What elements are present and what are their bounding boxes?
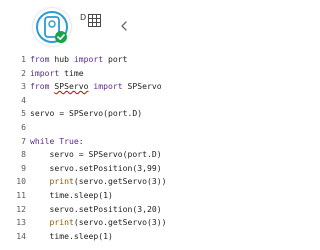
- line-number: 13: [16, 217, 26, 228]
- code-text: servo.setPosition(3,99): [30, 162, 162, 176]
- code-line[interactable]: 5 servo = SPServo(port.D): [0, 107, 250, 121]
- code-text: time.sleep(1): [30, 189, 113, 203]
- line-number: 10: [16, 176, 26, 187]
- code-line[interactable]: 10 print(servo.getServo(3)): [0, 175, 250, 189]
- code-text: import time: [30, 67, 84, 81]
- code-text: servo.setPosition(3,20): [30, 203, 162, 217]
- code-line[interactable]: 1 from hub import port: [0, 53, 250, 67]
- code-token: SPServo: [54, 81, 89, 92]
- code-token: import: [93, 81, 123, 92]
- line-number: 9: [21, 162, 26, 173]
- code-line[interactable]: 12 servo.setPosition(3,20): [0, 203, 250, 217]
- code-token: print: [49, 217, 74, 228]
- code-token: (servo.getServo(3)): [73, 217, 167, 228]
- code-token: servo = SPServo(port.D): [30, 108, 143, 119]
- code-text: servo = SPServo(port.D): [30, 148, 162, 162]
- code-line[interactable]: 9 servo.setPosition(3,99): [0, 162, 250, 176]
- code-text: time.sleep(1): [30, 230, 113, 244]
- code-line[interactable]: 2 import time: [0, 67, 250, 81]
- port-grid-icon[interactable]: [88, 12, 101, 31]
- code-text: while True:: [30, 135, 84, 149]
- code-line[interactable]: 3 from SPServo import SPServo: [0, 80, 250, 94]
- code-editor[interactable]: 1 from hub import port 2 import time 3 from S…: [0, 50, 250, 250]
- code-token: time.sleep(1): [30, 230, 113, 241]
- code-line[interactable]: 14 time.sleep(1): [0, 230, 250, 244]
- port-label: D: [80, 13, 87, 22]
- code-line[interactable]: 13 print(servo.getServo(3)): [0, 216, 250, 230]
- code-text: from SPServo import SPServo: [30, 80, 162, 94]
- code-token: True: [59, 135, 79, 146]
- code-token: import: [30, 67, 60, 78]
- code-line[interactable]: 11 time.sleep(1): [0, 189, 250, 203]
- line-number: 6: [21, 122, 26, 132]
- code-text: print(servo.getServo(3)): [30, 175, 167, 189]
- code-text: servo = SPServo(port.D): [30, 107, 142, 121]
- line-number: 4: [21, 94, 26, 105]
- code-token: import: [73, 54, 104, 64]
- code-token: hub: [49, 54, 74, 64]
- line-number: 5: [21, 108, 26, 119]
- line-number: 12: [16, 203, 26, 214]
- code-token: servo.setPosition(3,99): [30, 162, 162, 173]
- code-token: while: [30, 135, 55, 146]
- code-token: time: [59, 67, 84, 78]
- code-token: :: [78, 135, 84, 146]
- servo-motor-icon[interactable]: [33, 8, 71, 46]
- line-number: 11: [16, 190, 26, 200]
- code-token: SPServo: [122, 81, 162, 92]
- code-token: servo = SPServo(port.D): [30, 149, 162, 160]
- code-token: servo.setPosition(3,20): [30, 203, 162, 214]
- code-token: from: [30, 54, 50, 64]
- code-line[interactable]: 8 servo = SPServo(port.D): [0, 148, 250, 162]
- code-token: (servo.getServo(3)): [73, 176, 167, 187]
- chevron-left-icon[interactable]: [120, 16, 128, 35]
- line-number: 2: [21, 67, 26, 78]
- code-token: time.sleep(1): [30, 190, 113, 200]
- code-token: from: [30, 81, 50, 92]
- line-number: 7: [21, 135, 26, 146]
- code-text: print(servo.getServo(3)): [30, 216, 167, 230]
- line-number: 1: [21, 54, 26, 64]
- code-text: from hub import port: [30, 53, 128, 67]
- device-toolbar: D: [0, 0, 250, 46]
- line-number: 3: [21, 81, 26, 92]
- code-token: print: [49, 176, 74, 187]
- code-line[interactable]: 7 while True:: [0, 135, 250, 149]
- line-number: 14: [16, 230, 26, 241]
- code-token: port: [103, 54, 128, 64]
- code-line[interactable]: 4: [0, 94, 250, 108]
- code-line[interactable]: 6: [0, 121, 250, 135]
- line-number: 8: [21, 149, 26, 160]
